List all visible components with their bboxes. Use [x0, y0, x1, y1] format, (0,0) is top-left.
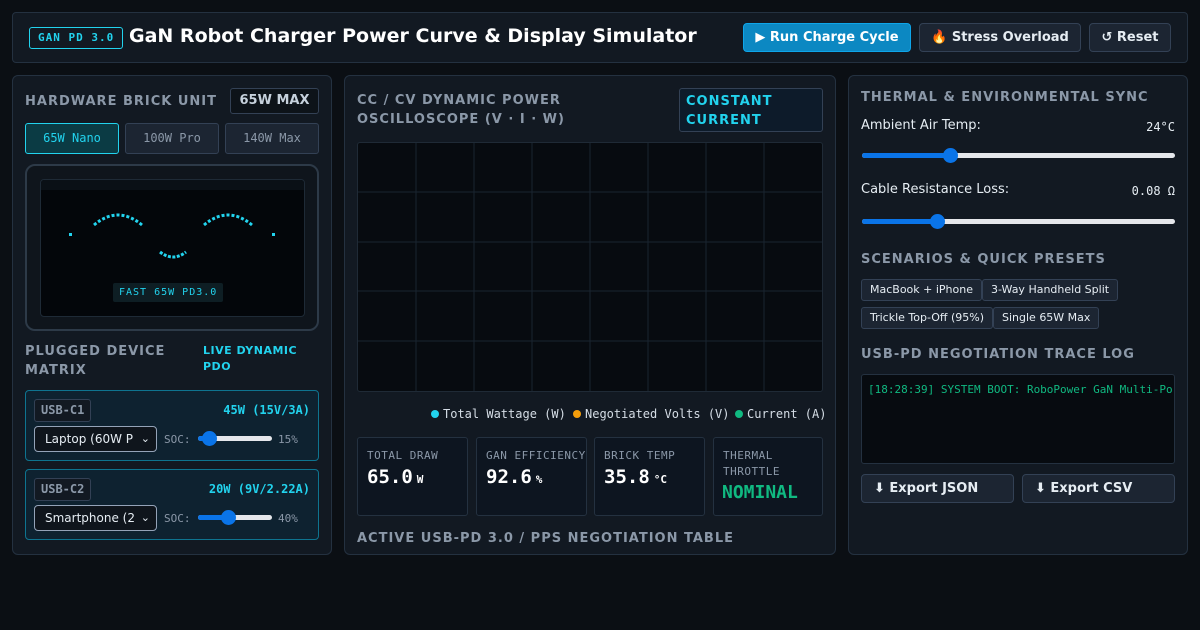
port-card-usb-c2: USB-C2 20W (9V/2.22A) Smartphone (2 ⌄ SO… [25, 469, 319, 540]
pps-table-title: ACTIVE USB-PD 3.0 / PPS NEGOTIATION TABL… [357, 531, 735, 546]
device-select[interactable]: Smartphone (2 ⌄ [34, 505, 157, 531]
thermal-panel: THERMAL & ENVIRONMENTAL SYNC Ambient Air… [848, 75, 1188, 555]
stat-thermal-throttle: THERMAL THROTTLE NOMINAL [713, 437, 823, 516]
page-title: GaN Robot Charger Power Curve & Display … [129, 25, 697, 47]
robot-face-screen: FAST 65W PD3.0 [40, 179, 305, 317]
legend-dot-icon [573, 410, 581, 418]
max-power-badge: 65W MAX [230, 88, 319, 114]
scenarios-title: SCENARIOS & QUICK PRESETS [861, 252, 1106, 267]
oscilloscope-title: CC / CV DYNAMIC POWER OSCILLOSCOPE (V · I… [357, 93, 565, 127]
live-pdo-label: LIVE DYNAMIC PDO [203, 344, 298, 373]
legend-dot-icon [431, 410, 439, 418]
legend-volts: Negotiated Volts (V) [573, 407, 730, 421]
preset-single-65w-button[interactable]: Single 65W Max [993, 307, 1100, 329]
preset-handheld-split-button[interactable]: 3-Way Handheld Split [982, 279, 1119, 301]
run-charge-cycle-button[interactable]: ▶ Run Charge Cycle [743, 23, 911, 52]
soc-label: SOC: [164, 512, 191, 525]
export-csv-button[interactable]: ⬇ Export CSV [1022, 474, 1175, 503]
stat-gan-efficiency: GAN EFFICIENCY 92.6% [476, 437, 587, 516]
soc-value: 15% [278, 433, 298, 446]
port-card-usb-c1: USB-C1 45W (15V/3A) Laptop (60W P ⌄ SOC:… [25, 390, 319, 461]
stress-overload-button[interactable]: 🔥 Stress Overload [919, 23, 1081, 52]
app-header: GAN PD 3.0 GaN Robot Charger Power Curve… [12, 12, 1188, 63]
legend-current: Current (A) [735, 407, 826, 421]
ambient-temp-label: Ambient Air Temp: [861, 118, 981, 133]
unit-140w-max-button[interactable]: 140W Max [225, 123, 319, 154]
soc-slider[interactable] [198, 431, 272, 447]
oscilloscope-grid [358, 143, 822, 391]
soc-slider[interactable] [198, 510, 272, 526]
chevron-down-icon: ⌄ [140, 432, 150, 445]
port-name: USB-C2 [34, 478, 92, 501]
oscilloscope-canvas [357, 142, 823, 392]
ambient-temp-slider[interactable] [862, 148, 1175, 164]
display-status-text: FAST 65W PD3.0 [113, 283, 224, 302]
reset-button[interactable]: ↺ Reset [1089, 23, 1171, 52]
ambient-temp-value: 24°C [1146, 120, 1175, 134]
trace-log[interactable]: [18:28:39] SYSTEM BOOT: RoboPower GaN Mu… [861, 374, 1175, 464]
thermal-title: THERMAL & ENVIRONMENTAL SYNC [861, 90, 1149, 105]
cable-resistance-label: Cable Resistance Loss: [861, 182, 1010, 197]
devices-title: PLUGGED DEVICE MATRIX [25, 344, 166, 378]
unit-100w-pro-button[interactable]: 100W Pro [125, 123, 219, 154]
throttle-status: NOMINAL [722, 482, 798, 503]
preset-macbook-iphone-button[interactable]: MacBook + iPhone [861, 279, 982, 301]
cable-resistance-value: 0.08 Ω [1131, 184, 1175, 198]
version-badge: GAN PD 3.0 [29, 27, 124, 49]
legend-dot-icon [735, 410, 743, 418]
robot-display-bezel: FAST 65W PD3.0 [25, 164, 319, 331]
charge-mode-badge: CONSTANT CURRENT [679, 88, 823, 132]
soc-label: SOC: [164, 433, 191, 446]
stat-total-draw: TOTAL DRAW 65.0 W [357, 437, 468, 516]
stat-brick-temp: BRICK TEMP 35.8 °C [594, 437, 705, 516]
unit-65w-nano-button[interactable]: 65W Nano [25, 123, 119, 154]
trace-log-title: USB-PD NEGOTIATION TRACE LOG [861, 347, 1135, 362]
chevron-down-icon: ⌄ [140, 511, 150, 524]
port-name: USB-C1 [34, 399, 92, 422]
export-json-button[interactable]: ⬇ Export JSON [861, 474, 1014, 503]
soc-value: 40% [278, 512, 298, 525]
hardware-panel: HARDWARE BRICK UNIT 65W MAX 65W Nano 100… [12, 75, 332, 555]
hardware-title: HARDWARE BRICK UNIT [25, 94, 218, 109]
device-select[interactable]: Laptop (60W P ⌄ [34, 426, 157, 452]
cable-resistance-slider[interactable] [862, 214, 1175, 230]
legend-wattage: Total Wattage (W) [431, 407, 566, 421]
port-power: 20W (9V/2.22A) [208, 482, 310, 496]
port-power: 45W (15V/3A) [223, 403, 310, 417]
preset-trickle-topoff-button[interactable]: Trickle Top-Off (95%) [861, 307, 994, 329]
oscilloscope-panel: CC / CV DYNAMIC POWER OSCILLOSCOPE (V · I… [344, 75, 836, 555]
